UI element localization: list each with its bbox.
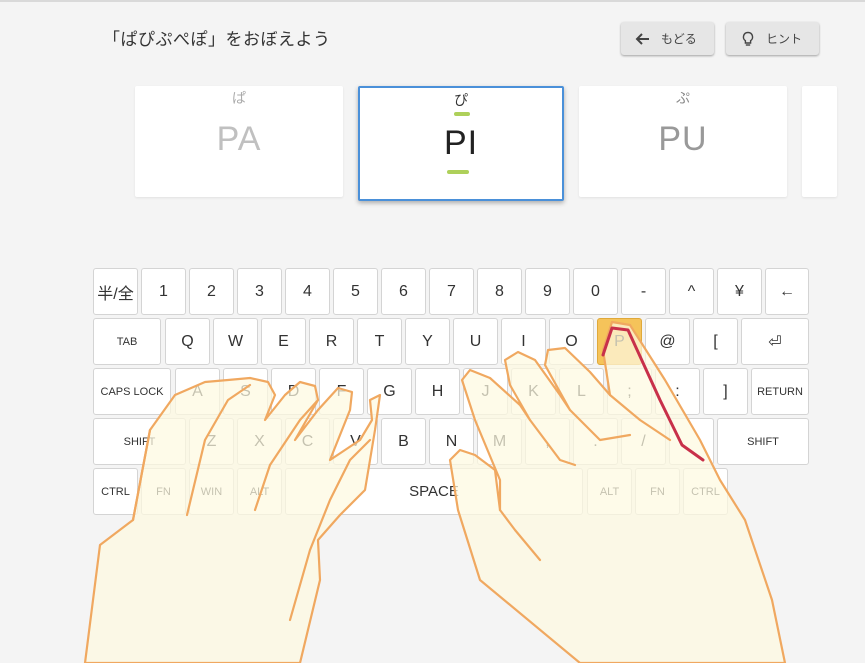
key-shift[interactable]: SHIFT — [93, 418, 186, 465]
key-k[interactable]: K — [511, 368, 556, 415]
key-caps-lock[interactable]: CAPS LOCK — [93, 368, 171, 415]
key-5[interactable]: 5 — [333, 268, 378, 315]
key-e[interactable]: E — [261, 318, 306, 365]
key-return[interactable]: RETURN — [751, 368, 809, 415]
key-p[interactable]: P — [597, 318, 642, 365]
key-symbol[interactable]: @ — [645, 318, 690, 365]
kana-card-upcoming — [802, 86, 837, 197]
key-u[interactable]: U — [453, 318, 498, 365]
key-space[interactable]: SPACE — [285, 468, 583, 515]
hint-button[interactable]: ヒント — [726, 22, 819, 55]
key-o[interactable]: O — [549, 318, 594, 365]
key-alt[interactable]: ALT — [237, 468, 282, 515]
key-symbol[interactable]: ← — [765, 268, 809, 315]
back-button[interactable]: もどる — [621, 22, 714, 55]
key-d[interactable]: D — [271, 368, 316, 415]
key-n[interactable]: N — [429, 418, 474, 465]
card-kana: ぷ — [676, 91, 690, 107]
key-q[interactable]: Q — [165, 318, 210, 365]
key-win[interactable]: WIN — [189, 468, 234, 515]
key-fn[interactable]: FN — [141, 468, 186, 515]
hint-button-label: ヒント — [766, 32, 803, 46]
key-2[interactable]: 2 — [189, 268, 234, 315]
key-blank[interactable] — [669, 418, 714, 465]
key-9[interactable]: 9 — [525, 268, 570, 315]
key-fn[interactable]: FN — [635, 468, 680, 515]
key-4[interactable]: 4 — [285, 268, 330, 315]
key-symbol[interactable]: . — [573, 418, 618, 465]
key-1[interactable]: 1 — [141, 268, 186, 315]
key-symbol[interactable]: , — [525, 418, 570, 465]
back-button-label: もどる — [661, 32, 697, 46]
key-symbol[interactable]: - — [621, 268, 666, 315]
key-w[interactable]: W — [213, 318, 258, 365]
kana-progress-bar — [454, 112, 470, 116]
top-divider — [0, 0, 865, 2]
key-symbol[interactable]: ] — [703, 368, 748, 415]
key-6[interactable]: 6 — [381, 268, 426, 315]
key-i[interactable]: I — [501, 318, 546, 365]
key-a[interactable]: A — [175, 368, 220, 415]
key-alt[interactable]: ALT — [587, 468, 632, 515]
key-j[interactable]: J — [463, 368, 508, 415]
key-ctrl[interactable]: CTRL — [683, 468, 728, 515]
key-l[interactable]: L — [559, 368, 604, 415]
arrow-left-icon — [633, 31, 653, 47]
key-h[interactable]: H — [415, 368, 460, 415]
key-symbol[interactable]: ^ — [669, 268, 714, 315]
key-symbol[interactable]: : — [655, 368, 700, 415]
key-shift[interactable]: SHIFT — [717, 418, 809, 465]
key-symbol[interactable]: ¥ — [717, 268, 762, 315]
key-r[interactable]: R — [309, 318, 354, 365]
key-symbol[interactable]: [ — [693, 318, 738, 365]
kana-card-next: ぷ PU — [579, 86, 787, 197]
key-0[interactable]: 0 — [573, 268, 618, 315]
key-7[interactable]: 7 — [429, 268, 474, 315]
key-m[interactable]: M — [477, 418, 522, 465]
key-symbol[interactable]: / — [621, 418, 666, 465]
key-z[interactable]: Z — [189, 418, 234, 465]
key-b[interactable]: B — [381, 418, 426, 465]
key-x[interactable]: X — [237, 418, 282, 465]
key-symbol[interactable]: ⏎ — [741, 318, 809, 365]
key-tab[interactable]: TAB — [93, 318, 161, 365]
key-f[interactable]: F — [319, 368, 364, 415]
key-v[interactable]: V — [333, 418, 378, 465]
card-romaji: PI — [443, 124, 479, 162]
lightbulb-icon — [738, 31, 758, 47]
key-3[interactable]: 3 — [237, 268, 282, 315]
card-romaji: PA — [216, 120, 262, 158]
page-title: 「ぱぴぷぺぽ」をおぼえよう — [103, 30, 331, 50]
key-y[interactable]: Y — [405, 318, 450, 365]
key-c[interactable]: C — [285, 418, 330, 465]
key-symbol[interactable]: ; — [607, 368, 652, 415]
kana-card-current: ぴ PI — [358, 86, 564, 201]
card-romaji: PU — [658, 120, 708, 158]
key-g[interactable]: G — [367, 368, 412, 415]
card-kana: ぱ — [232, 91, 246, 107]
card-kana: ぴ — [454, 93, 468, 109]
kana-card-previous: ぱ PA — [135, 86, 343, 197]
key-8[interactable]: 8 — [477, 268, 522, 315]
key-s[interactable]: S — [223, 368, 268, 415]
key-t[interactable]: T — [357, 318, 402, 365]
key-ctrl[interactable]: CTRL — [93, 468, 138, 515]
romaji-progress-bar — [447, 170, 469, 174]
key-symbol[interactable]: 半/全 — [93, 268, 138, 315]
